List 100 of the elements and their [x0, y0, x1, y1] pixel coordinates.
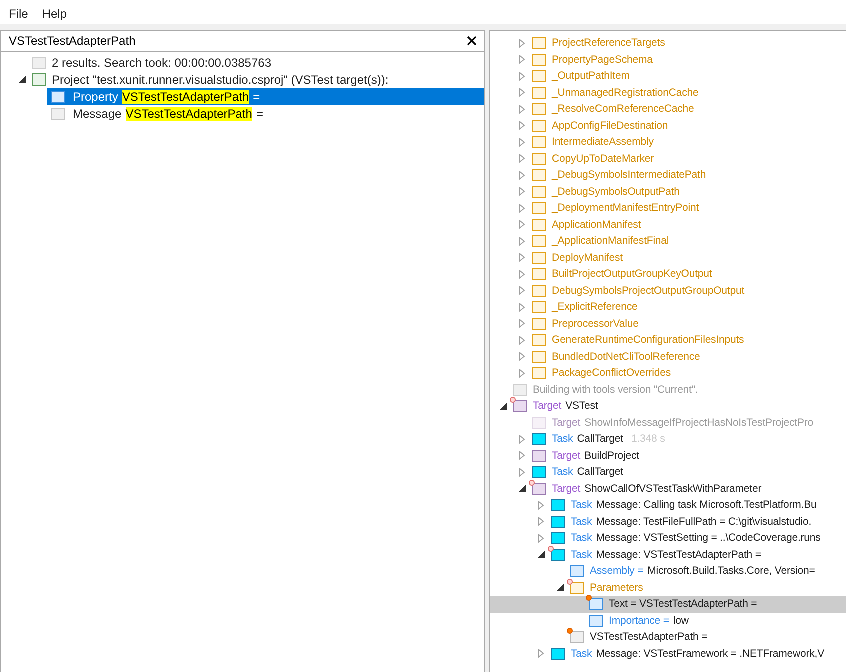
- node-label: Parameters: [590, 582, 644, 594]
- folder-icon: [532, 70, 546, 82]
- tree-row[interactable]: DebugSymbolsProjectOutputGroupOutput: [490, 282, 846, 299]
- node-type-label: Assembly =: [590, 565, 644, 578]
- node-icon: [51, 90, 65, 102]
- tree-row[interactable]: Building with tools version "Current".: [490, 382, 846, 398]
- node-label: Text = VSTestTestAdapterPath =: [609, 598, 758, 610]
- collapse-arrow-icon[interactable]: [556, 584, 564, 592]
- node-label: IntermediateAssembly: [552, 136, 654, 148]
- node-label: CallTarget: [577, 466, 624, 478]
- search-result-row[interactable]: Message VSTestTestAdapterPath =: [47, 105, 484, 122]
- menu-item[interactable]: Help: [35, 6, 74, 24]
- node-label: Message: Calling task Microsoft.TestPlatform.Bu: [596, 499, 817, 512]
- tree-row[interactable]: Assembly = Microsoft.Build.Tasks.Core, Version=: [490, 563, 846, 580]
- node-label: AppConfigFileDestination: [552, 120, 668, 132]
- node-icon: [532, 416, 546, 429]
- folder-icon: [532, 218, 546, 231]
- folder-icon: [532, 235, 546, 248]
- node-type-label: Target: [552, 450, 581, 462]
- search-summary: 2 results. Search took: 00:00:00.0385763: [52, 56, 272, 70]
- folder-icon: [532, 136, 546, 148]
- search-field[interactable]: VSTestTestAdapterPath: [9, 34, 464, 48]
- folder-icon: [532, 152, 546, 165]
- collapse-arrow-icon[interactable]: [18, 76, 26, 83]
- tree-row[interactable]: Target VSTest: [490, 398, 846, 414]
- search-result-row[interactable]: Property VSTestTestAdapterPath =: [47, 88, 484, 105]
- folder-icon: [532, 284, 546, 297]
- result-type-label: Message: [73, 106, 122, 120]
- tree-row[interactable]: DeployManifest: [490, 250, 846, 266]
- tree-row[interactable]: ProjectReferenceTargets: [490, 35, 846, 52]
- tree-row[interactable]: VSTestTestAdapterPath =: [490, 629, 846, 646]
- node-type-label: Task: [552, 466, 574, 478]
- tree-row[interactable]: AppConfigFileDestination: [490, 118, 846, 134]
- tree-row[interactable]: Task Message: TestFileFullPath = C:\git\visualstudio.: [490, 514, 846, 530]
- node-label: PackageConflictOverrides: [552, 367, 671, 380]
- node-icon: [513, 384, 527, 396]
- tree-row[interactable]: _DeploymentManifestEntryPoint: [490, 200, 846, 216]
- tree-row[interactable]: Importance = low: [490, 612, 846, 629]
- tree-row[interactable]: _ResolveComReferenceCache: [490, 101, 846, 118]
- node-type-label: Target: [533, 400, 562, 412]
- tree-row[interactable]: BundledDotNetCliToolReference: [490, 348, 846, 365]
- tree-row[interactable]: Task Message: VSTestSetting = ..\CodeCoverage.runs: [490, 530, 846, 546]
- node-label: _DebugSymbolsOutputPath: [552, 186, 680, 198]
- node-icon: [532, 433, 546, 446]
- tree-row[interactable]: GenerateRuntimeConfigurationFilesInputs: [490, 332, 846, 348]
- node-type-label: Target: [552, 482, 581, 495]
- node-label: ApplicationManifest: [552, 218, 642, 231]
- tree-row[interactable]: Task Message: VSTestFramework = .NETFramework,V: [490, 646, 846, 662]
- node-type-label: Importance =: [609, 614, 670, 627]
- csharp-file-icon: [32, 73, 46, 86]
- node-icon: [532, 450, 546, 462]
- tree-row[interactable]: Task CallTarget: [490, 464, 846, 480]
- folder-icon: [532, 54, 546, 66]
- tree-row[interactable]: _DebugSymbolsOutputPath: [490, 184, 846, 200]
- tree-row[interactable]: IntermediateAssembly: [490, 134, 846, 150]
- node-label: Message: VSTestTestAdapterPath =: [596, 548, 762, 561]
- tree-row[interactable]: Task Message: VSTestTestAdapterPath =: [490, 546, 846, 563]
- tree-row[interactable]: Target BuildProject: [490, 448, 846, 464]
- tree-row[interactable]: BuiltProjectOutputGroupKeyOutput: [490, 266, 846, 282]
- node-icon: [532, 466, 546, 478]
- node-type-label: Task: [552, 433, 574, 446]
- tree-row[interactable]: _DebugSymbolsIntermediatePath: [490, 167, 846, 184]
- node-label: BundledDotNetCliToolReference: [552, 350, 700, 363]
- tree-row[interactable]: Text = VSTestTestAdapterPath =: [490, 596, 846, 612]
- tree-row[interactable]: PackageConflictOverrides: [490, 365, 846, 382]
- tree-row[interactable]: PropertyPageSchema: [490, 52, 846, 68]
- node-label: BuiltProjectOutputGroupKeyOutput: [552, 268, 712, 280]
- search-match-text: VSTestTestAdapterPath: [126, 106, 252, 120]
- tree-row[interactable]: _OutputPathItem: [490, 68, 846, 84]
- tree-row[interactable]: ApplicationManifest: [490, 216, 846, 233]
- tree-row[interactable]: Task Message: Calling task Microsoft.TestPlatform.Bu: [490, 497, 846, 514]
- collapse-arrow-icon[interactable]: [538, 551, 544, 558]
- collapse-arrow-icon[interactable]: [500, 402, 506, 410]
- folder-icon: [532, 350, 546, 363]
- tree-row[interactable]: _UnmanagedRegistrationCache: [490, 84, 846, 101]
- collapse-arrow-icon[interactable]: [518, 485, 526, 492]
- node-label: low: [673, 614, 689, 627]
- node-label: PreprocessorValue: [552, 318, 639, 330]
- result-suffix: =: [253, 90, 260, 104]
- folder-icon: [532, 318, 546, 330]
- tree-row[interactable]: PreprocessorValue: [490, 316, 846, 332]
- tree-row[interactable]: _ExplicitReference: [490, 299, 846, 316]
- tree-row[interactable]: Target ShowInfoMessageIfProjectHasNoIsTestProjectPro: [490, 414, 846, 431]
- tree-row[interactable]: CopyUpToDateMarker: [490, 150, 846, 167]
- folder-icon: [532, 120, 546, 132]
- tree-row[interactable]: Target ShowCallOfVSTestTaskWithParameter: [490, 480, 846, 497]
- node-label: Building with tools version "Current".: [533, 384, 698, 396]
- tree-row[interactable]: Parameters: [490, 580, 846, 596]
- node-type-label: Task: [571, 532, 592, 544]
- expand-arrow-icon[interactable]: [538, 649, 544, 658]
- node-icon: [551, 516, 565, 528]
- node-label: GenerateRuntimeConfigurationFilesInputs: [552, 334, 744, 346]
- tree-row[interactable]: _ApplicationManifestFinal: [490, 233, 846, 250]
- node-icon: [51, 108, 65, 120]
- node-label: ShowInfoMessageIfProjectHasNoIsTestProjectPro: [584, 416, 814, 429]
- node-type-label: Target: [552, 416, 581, 429]
- result-suffix: =: [256, 106, 264, 120]
- menu-item[interactable]: File: [2, 6, 36, 24]
- project-label[interactable]: Project "test.xunit.runner.visualstudio.csproj" (VSTest target(s)):: [52, 72, 389, 86]
- folder-icon: [532, 202, 546, 214]
